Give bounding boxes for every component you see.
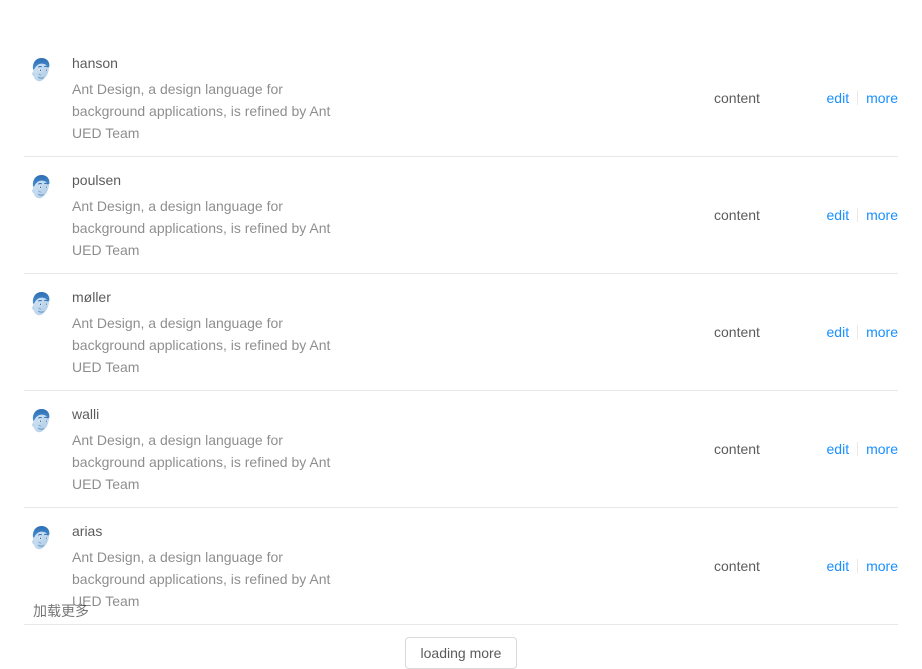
action-edit-wrapper: edit [827, 87, 850, 109]
action-edit-wrapper: edit [827, 438, 850, 460]
list-item[interactable]: møller Ant Design, a design language for… [24, 274, 898, 391]
load-more-container: loading more [24, 637, 898, 669]
list-item-title[interactable]: hanson [72, 52, 690, 74]
list-item-actions: edit more [812, 438, 898, 460]
action-more-wrapper: more [866, 321, 898, 343]
more-action-link[interactable]: more [866, 555, 898, 577]
list-item-meta: poulsen Ant Design, a design language fo… [72, 169, 702, 261]
list-item-meta: møller Ant Design, a design language for… [72, 286, 702, 378]
action-more-wrapper: more [866, 555, 898, 577]
list-item-content: content [714, 324, 760, 340]
list-item[interactable]: walli Ant Design, a design language for … [24, 391, 898, 508]
action-divider [857, 442, 859, 456]
list-item-main: hanson Ant Design, a design language for… [24, 52, 702, 144]
list-item-content: content [714, 207, 760, 223]
list-item-actions: edit more [812, 204, 898, 226]
loading-more-button[interactable]: loading more [404, 637, 518, 669]
action-more-wrapper: more [866, 87, 898, 109]
edit-action-link[interactable]: edit [827, 87, 850, 109]
list-item-actions: edit more [812, 321, 898, 343]
list-item-meta: hanson Ant Design, a design language for… [72, 52, 702, 144]
avatar [24, 288, 56, 320]
list-item[interactable]: poulsen Ant Design, a design language fo… [24, 157, 898, 274]
list-item-actions: edit more [812, 87, 898, 109]
action-divider [857, 208, 859, 222]
list-item[interactable]: hanson Ant Design, a design language for… [24, 40, 898, 157]
edit-action-link[interactable]: edit [827, 321, 850, 343]
list-item-title[interactable]: arias [72, 520, 690, 542]
avatar [24, 522, 56, 554]
list-item[interactable]: arias Ant Design, a design language for … [24, 508, 898, 625]
action-divider-wrapper [849, 91, 866, 105]
action-divider [857, 325, 859, 339]
avatar [24, 405, 56, 437]
list-item-meta: walli Ant Design, a design language for … [72, 403, 702, 495]
action-divider-wrapper [849, 325, 866, 339]
list-item-title[interactable]: møller [72, 286, 690, 308]
action-more-wrapper: more [866, 204, 898, 226]
list-item-content: content [714, 441, 760, 457]
list-item-description: Ant Design, a design language for backgr… [72, 549, 331, 609]
user-list: hanson Ant Design, a design language for… [24, 40, 898, 625]
action-edit-wrapper: edit [827, 321, 850, 343]
action-divider-wrapper [849, 442, 866, 456]
more-action-link[interactable]: more [866, 204, 898, 226]
more-action-link[interactable]: more [866, 438, 898, 460]
list-item-description: Ant Design, a design language for backgr… [72, 198, 331, 258]
action-more-wrapper: more [866, 438, 898, 460]
list-item-actions: edit more [812, 555, 898, 577]
action-divider [857, 91, 859, 105]
more-action-link[interactable]: more [866, 321, 898, 343]
action-divider [857, 559, 859, 573]
list-item-main: walli Ant Design, a design language for … [24, 403, 702, 495]
footer-note: 加载更多 [33, 603, 89, 619]
list-item-main: poulsen Ant Design, a design language fo… [24, 169, 702, 261]
avatar [24, 54, 56, 86]
action-divider-wrapper [849, 559, 866, 573]
list-page: hanson Ant Design, a design language for… [0, 0, 922, 669]
list-item-description: Ant Design, a design language for backgr… [72, 315, 331, 375]
list-item-main: arias Ant Design, a design language for … [24, 520, 702, 612]
action-divider-wrapper [849, 208, 866, 222]
list-item-content: content [714, 90, 760, 106]
list-item-description: Ant Design, a design language for backgr… [72, 432, 331, 492]
list-item-main: møller Ant Design, a design language for… [24, 286, 702, 378]
more-action-link[interactable]: more [866, 87, 898, 109]
action-edit-wrapper: edit [827, 555, 850, 577]
list-item-title[interactable]: walli [72, 403, 690, 425]
list-item-meta: arias Ant Design, a design language for … [72, 520, 702, 612]
action-edit-wrapper: edit [827, 204, 850, 226]
list-item-description: Ant Design, a design language for backgr… [72, 81, 331, 141]
edit-action-link[interactable]: edit [827, 555, 850, 577]
list-item-content: content [714, 558, 760, 574]
avatar [24, 171, 56, 203]
edit-action-link[interactable]: edit [827, 438, 850, 460]
edit-action-link[interactable]: edit [827, 204, 850, 226]
list-item-title[interactable]: poulsen [72, 169, 690, 191]
list-container: hanson Ant Design, a design language for… [24, 40, 898, 669]
